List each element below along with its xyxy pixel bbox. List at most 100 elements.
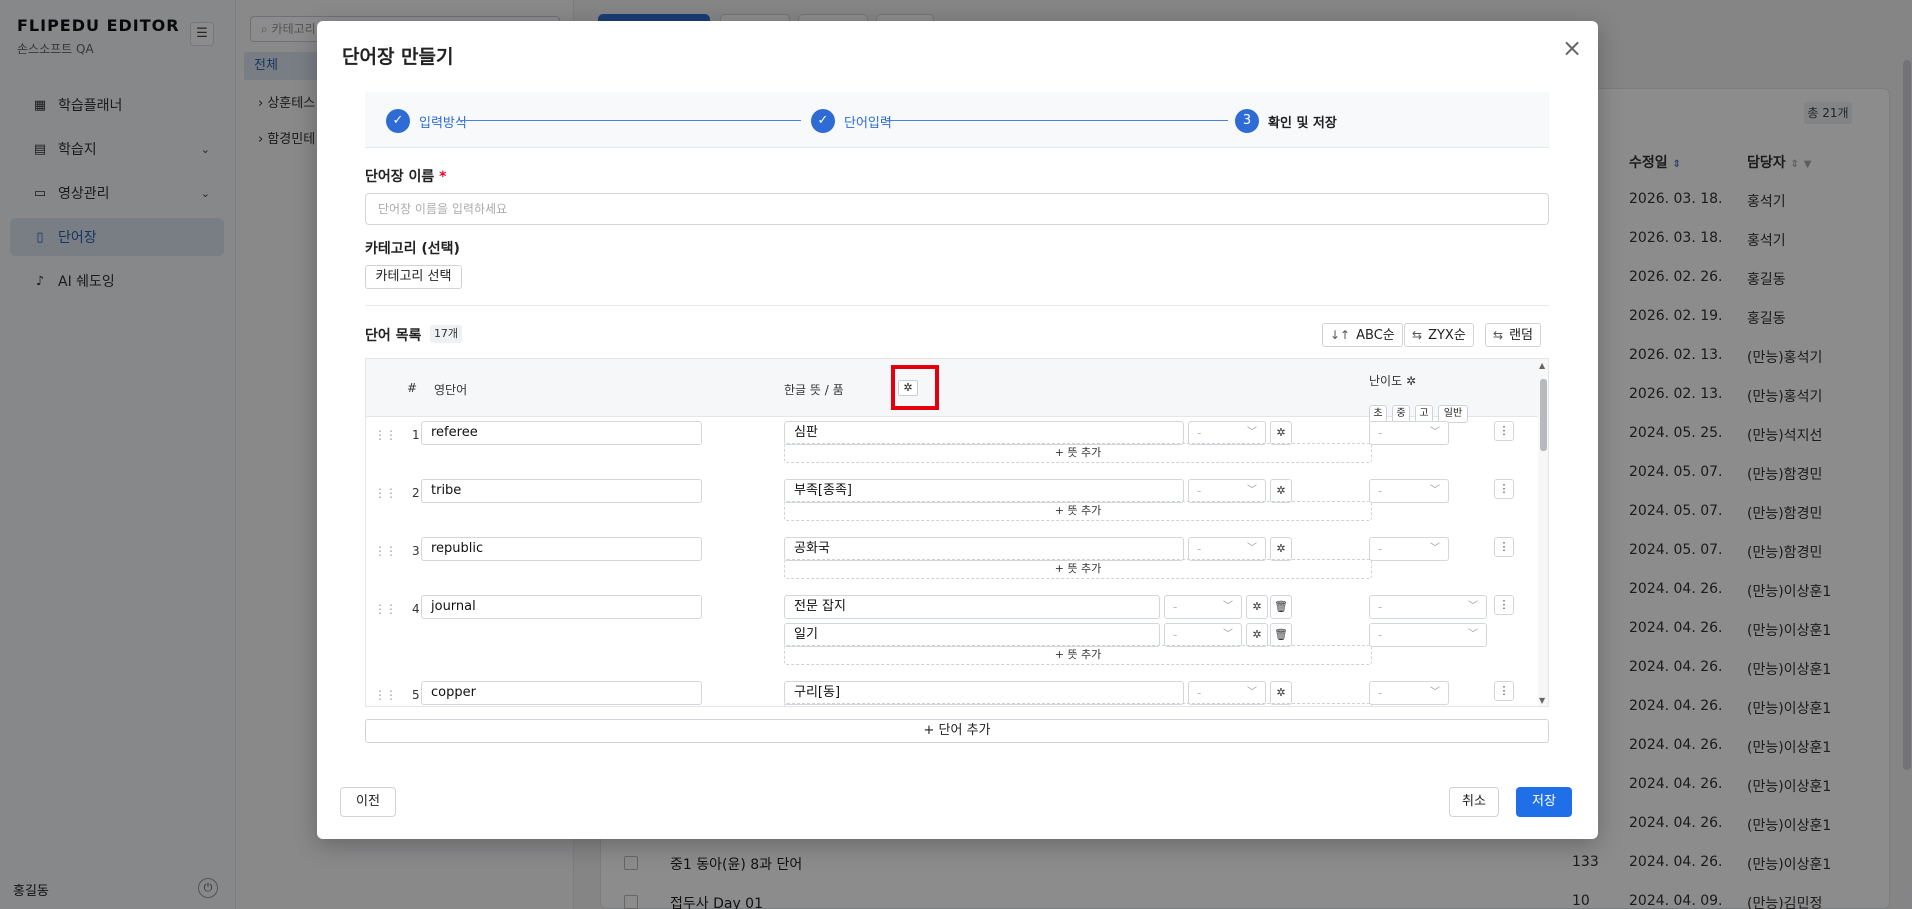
header-difficulty: 난이도 ✲ [1369,372,1416,389]
add-meaning-button[interactable]: + 뜻 추가 [784,559,1372,579]
sort-label: 랜덤 [1509,328,1533,343]
trash-icon[interactable]: 🗑 [1270,623,1292,647]
list-item: ⋮⋮ 2 tribe 부족[종족] - ﹀ ✲ - ﹀ ⋮ + 뜻 추가 [366,479,1548,537]
drag-handle-icon[interactable]: ⋮⋮ [374,602,397,616]
chevron-down-icon: ﹀ [1430,543,1440,554]
more-icon[interactable]: ⋮ [1494,595,1514,615]
row-number: 5 [412,688,420,702]
shuffle-icon: ⇆ [1493,328,1504,342]
step-word-input: ✓ 단어입력 [811,109,892,133]
highlight-box [891,365,939,410]
add-meaning-button[interactable]: + 뜻 추가 [784,443,1372,463]
list-item: ⋮⋮ 3 republic 공화국 - ﹀ ✲ - ﹀ ⋮ + 뜻 추가 [366,537,1548,595]
meaning-input[interactable]: 심판 [784,421,1184,445]
meaning-input[interactable]: 공화국 [784,537,1184,561]
check-icon: ✓ [811,109,835,133]
header-meaning: 한글 뜻 / 품 [784,383,844,397]
part-of-speech-select[interactable]: - ﹀ [1164,595,1242,619]
category-select-button[interactable]: 카테고리 선택 [365,265,462,289]
difficulty-select[interactable]: - ﹀ [1369,537,1449,561]
drag-handle-icon[interactable]: ⋮⋮ [374,688,397,702]
wordbook-name-input[interactable]: 단어장 이름을 입력하세요 [365,193,1549,225]
sort-zyx-button[interactable]: ⇆ ZYX순 [1404,323,1474,347]
stepper: ✓ 입력방식 ✓ 단어입력 3 확인 및 저장 [365,92,1549,148]
meaning-input[interactable]: 전문 잡지 [784,595,1160,619]
meaning-input[interactable]: 구리[동] [784,681,1184,705]
difficulty-select[interactable]: - ﹀ [1369,623,1487,647]
sparkle-icon[interactable]: ✲ [1246,595,1268,619]
header-english: 영단어 [434,383,468,397]
meaning-input[interactable]: 부족[종족] [784,479,1184,503]
check-icon: ✓ [386,109,410,133]
more-icon[interactable]: ⋮ [1494,421,1514,441]
add-meaning-button[interactable]: + 뜻 추가 [784,501,1372,521]
english-word-input[interactable]: republic [421,537,702,561]
part-of-speech-select[interactable]: - ﹀ [1188,421,1266,445]
step-connector [885,120,1228,121]
more-icon[interactable]: ⋮ [1494,681,1514,701]
add-meaning-button[interactable]: + 뜻 추가 [784,703,1372,706]
divider [365,305,1549,306]
step-input-method: ✓ 입력방식 [386,109,467,133]
sparkle-icon[interactable]: ✲ [1270,537,1292,561]
table-header: # 영단어 한글 뜻 / 품 난이도 ✲ 초 중 고 일반 ✲ [366,359,1548,423]
chevron-down-icon: ﹀ [1223,601,1233,612]
difficulty-select[interactable]: - ﹀ [1369,681,1449,705]
sparkle-icon[interactable]: ✲ [1270,681,1292,705]
more-icon[interactable]: ⋮ [1494,537,1514,557]
save-button[interactable]: 저장 [1516,787,1572,817]
sparkle-icon[interactable]: ✲ [1406,374,1416,388]
word-list-label: 단어 목록 [365,328,422,344]
sort-desc-icon: ⇆ [1412,328,1423,342]
english-word-input[interactable]: tribe [421,479,702,503]
sort-label: ABC순 [1356,328,1395,343]
sort-abc-button[interactable]: ↓↑ ABC순 [1322,323,1403,347]
close-icon[interactable]: × [1560,36,1584,61]
header-difficulty-label: 난이도 [1369,374,1403,388]
part-of-speech-select[interactable]: - ﹀ [1188,681,1266,705]
step-number: 3 [1235,109,1259,133]
prev-button[interactable]: 이전 [340,787,396,817]
add-meaning-button[interactable]: + 뜻 추가 [784,645,1372,665]
part-of-speech-select[interactable]: - ﹀ [1188,537,1266,561]
create-wordbook-modal: 단어장 만들기 × ✓ 입력방식 ✓ 단어입력 3 확인 및 저장 단어장 이름… [317,21,1598,839]
row-number: 3 [412,544,420,558]
meaning-input[interactable]: 일기 [784,623,1160,647]
list-item: ⋮⋮ 1 referee 심판 - ﹀ ✲ - ﹀ ⋮ + 뜻 추가 [366,421,1548,479]
english-word-input[interactable]: referee [421,421,702,445]
sparkle-icon[interactable]: ✲ [1246,623,1268,647]
list-item: ⋮⋮ 4 journal 전문 잡지 - ﹀ ✲ 🗑 - ﹀ 일기 - ﹀ ✲ 🗑 - ﹀ ⋮ + 뜻 추가 [366,595,1548,681]
name-label: 단어장 이름 * [365,166,446,186]
difficulty-select[interactable]: - ﹀ [1369,595,1487,619]
drag-handle-icon[interactable]: ⋮⋮ [374,486,397,500]
chevron-down-icon: ﹀ [1468,601,1478,612]
header-num: # [407,381,418,395]
chevron-down-icon: ﹀ [1223,629,1233,640]
chevron-down-icon: ﹀ [1468,629,1478,640]
chevron-down-icon: ﹀ [1247,485,1257,496]
difficulty-select[interactable]: - ﹀ [1369,479,1449,503]
more-icon[interactable]: ⋮ [1494,479,1514,499]
scroll-up-icon[interactable]: ▲ [1539,361,1545,370]
english-word-input[interactable]: copper [421,681,702,705]
add-word-button[interactable]: + 단어 추가 [365,719,1549,743]
part-of-speech-select[interactable]: - ﹀ [1164,623,1242,647]
chevron-down-icon: ﹀ [1247,687,1257,698]
sparkle-icon[interactable]: ✲ [1270,421,1292,445]
word-count-badge: 17개 [430,325,462,343]
scroll-down-icon[interactable]: ▼ [1539,696,1545,705]
trash-icon[interactable]: 🗑 [1270,595,1292,619]
part-of-speech-select[interactable]: - ﹀ [1188,479,1266,503]
english-word-input[interactable]: journal [421,595,702,619]
cancel-button[interactable]: 취소 [1449,787,1499,817]
sort-label: ZYX순 [1428,328,1466,343]
sparkle-icon[interactable]: ✲ [1270,479,1292,503]
chevron-down-icon: ﹀ [1430,687,1440,698]
drag-handle-icon[interactable]: ⋮⋮ [374,544,397,558]
chevron-down-icon: ﹀ [1430,427,1440,438]
table-scroll-thumb[interactable] [1540,379,1547,451]
drag-handle-icon[interactable]: ⋮⋮ [374,428,397,442]
difficulty-select[interactable]: - ﹀ [1369,421,1449,445]
sort-random-button[interactable]: ⇆ 랜덤 [1485,323,1541,347]
modal-title: 단어장 만들기 [342,46,454,68]
